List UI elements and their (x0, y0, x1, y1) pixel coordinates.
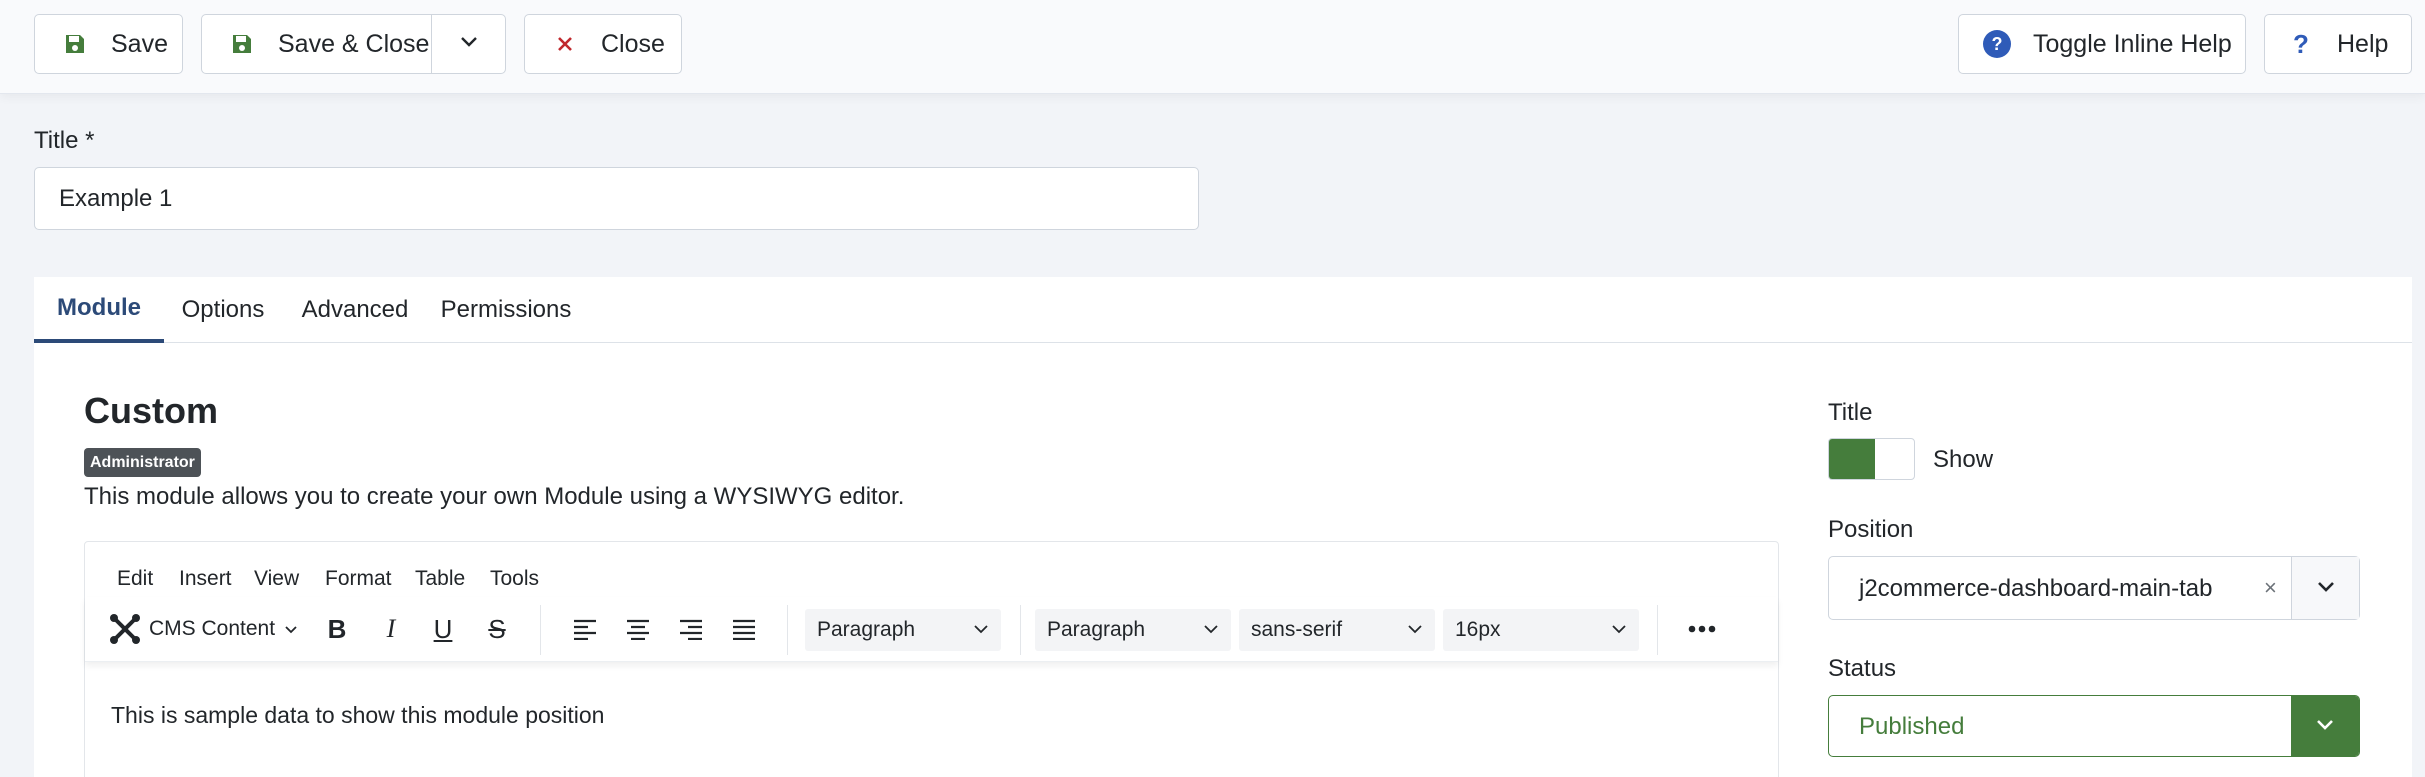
italic-icon[interactable]: I (369, 609, 413, 649)
more-options-icon[interactable] (1677, 609, 1727, 649)
block-format-value: Paragraph (817, 618, 916, 641)
chevron-down-icon (971, 619, 991, 645)
title-show-label: Show (1933, 446, 1994, 473)
menu-insert[interactable]: Insert (179, 567, 232, 591)
clear-position-icon[interactable]: × (2264, 575, 2277, 601)
save-label: Save (111, 29, 168, 58)
chevron-down-icon (1201, 619, 1221, 645)
toolbar-separator (540, 605, 541, 655)
position-label: Position (1828, 516, 1914, 543)
menu-format[interactable]: Format (325, 567, 392, 591)
position-select[interactable]: j2commerce-dashboard-main-tab × (1828, 556, 2360, 620)
toggle-inline-help-button[interactable]: ? Toggle Inline Help (1958, 14, 2246, 74)
status-value: Published (1859, 713, 1965, 740)
chevron-down-icon (2313, 712, 2337, 741)
chevron-down-icon (283, 621, 299, 637)
chevron-down-icon (457, 29, 481, 60)
question-mark-icon: ? (2293, 28, 2309, 59)
underline-icon[interactable]: U (421, 609, 465, 649)
floppy-disk-icon (228, 30, 256, 58)
close-label: Close (601, 29, 665, 58)
paragraph-style-value: Paragraph (1047, 618, 1146, 641)
joomla-logo-icon (107, 611, 143, 647)
align-justify-icon[interactable] (722, 609, 766, 649)
administrator-badge: Administrator (84, 448, 201, 477)
position-value: j2commerce-dashboard-main-tab (1859, 575, 2213, 602)
tab-permissions[interactable]: Permissions (428, 277, 584, 343)
cms-content-button[interactable]: CMS Content (107, 609, 307, 649)
tab-advanced[interactable]: Advanced (282, 277, 428, 343)
block-format-select[interactable]: Paragraph (805, 609, 1001, 651)
position-dropdown-button[interactable] (2291, 557, 2359, 619)
tab-bar: Module Options Advanced Permissions (34, 277, 2412, 343)
title-label: Title * (34, 127, 95, 154)
menu-tools[interactable]: Tools (490, 567, 539, 591)
font-family-select[interactable]: sans-serif (1239, 609, 1435, 651)
wysiwyg-editor: Edit Insert View Format Table Tools CMS … (84, 541, 1779, 777)
menu-table[interactable]: Table (415, 567, 465, 591)
module-description: This module allows you to create your ow… (84, 483, 905, 510)
title-show-toggle[interactable] (1828, 438, 1915, 480)
save-options-dropdown-button[interactable] (431, 14, 506, 74)
status-select[interactable]: Published (1828, 695, 2360, 757)
tab-options[interactable]: Options (164, 277, 282, 343)
paragraph-style-select[interactable]: Paragraph (1035, 609, 1231, 651)
bold-icon[interactable]: B (315, 609, 359, 649)
strikethrough-icon[interactable]: S (475, 609, 519, 649)
title-input[interactable] (34, 167, 1199, 230)
chevron-down-icon (1609, 619, 1629, 645)
status-label: Status (1828, 655, 1897, 682)
question-circle-icon: ? (1983, 30, 2011, 58)
font-size-value: 16px (1455, 618, 1501, 641)
font-family-value: sans-serif (1251, 618, 1343, 641)
save-button[interactable]: Save (34, 14, 183, 74)
cms-content-label: CMS Content (149, 617, 276, 640)
toolbar-separator (1657, 605, 1658, 655)
title-visibility-label: Title (1828, 399, 1873, 426)
toggle-inline-help-label: Toggle Inline Help (2033, 29, 2232, 58)
status-dropdown-button[interactable] (2291, 696, 2359, 756)
editor-toolbar: CMS Content B I U S Paragraph Paragraph … (85, 597, 1778, 662)
toolbar-separator (1020, 605, 1021, 655)
save-close-button[interactable]: Save & Close (201, 14, 432, 74)
chevron-down-icon (2314, 574, 2338, 603)
close-icon (551, 30, 579, 58)
module-type-heading: Custom (84, 390, 218, 431)
align-left-icon[interactable] (563, 609, 607, 649)
toolbar-separator (787, 605, 788, 655)
align-center-icon[interactable] (616, 609, 660, 649)
menu-view[interactable]: View (254, 567, 299, 591)
help-button[interactable]: ? Help (2264, 14, 2412, 74)
help-label: Help (2337, 29, 2389, 58)
chevron-down-icon (1405, 619, 1425, 645)
save-close-label: Save & Close (278, 29, 430, 58)
toggle-on-indicator (1829, 439, 1875, 479)
align-right-icon[interactable] (669, 609, 713, 649)
editor-content[interactable]: This is sample data to show this module … (111, 702, 604, 729)
font-size-select[interactable]: 16px (1443, 609, 1639, 651)
menu-edit[interactable]: Edit (117, 567, 153, 591)
editor-menubar: Edit Insert View Format Table Tools (85, 542, 1778, 597)
floppy-disk-icon (61, 30, 89, 58)
close-button[interactable]: Close (524, 14, 682, 74)
main-toolbar: Save Save & Close Close ? Toggle Inline … (0, 0, 2425, 94)
tab-module[interactable]: Module (34, 277, 164, 343)
